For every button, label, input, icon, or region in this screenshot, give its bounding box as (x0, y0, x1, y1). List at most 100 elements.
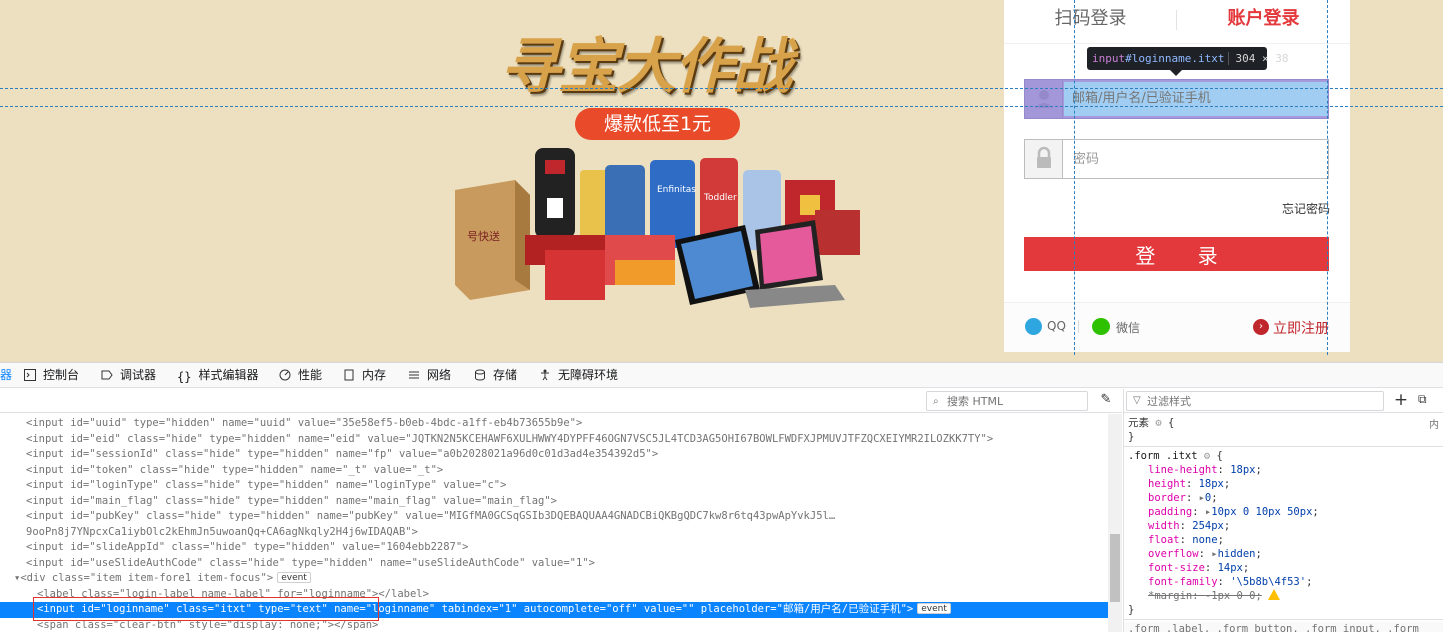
markup-line[interactable]: <input id="token" class="hide" type="hid… (0, 463, 1108, 479)
property-value: '\5b8b\4f53' (1230, 576, 1307, 588)
scrollbar-thumb[interactable] (1110, 534, 1120, 602)
property-value: 18px (1230, 464, 1256, 476)
tab-performance[interactable]: 性能 (279, 363, 322, 388)
rule-selector[interactable]: .form .itxt (1128, 450, 1198, 462)
tab-label: 内存 (362, 368, 387, 382)
username-input[interactable] (1072, 88, 1322, 108)
rules-filter-input[interactable] (1147, 394, 1377, 408)
markup-scrollbar[interactable] (1108, 414, 1122, 632)
markup-line-text: <div class="item item-fore1 item-focus"> (20, 572, 274, 584)
markup-line[interactable]: <input id="pubKey" class="hide" type="hi… (0, 509, 1108, 525)
tab-inspector-partial[interactable]: 器 (0, 363, 12, 388)
event-badge[interactable]: event (277, 572, 311, 583)
inherited-label: 内 (1429, 420, 1439, 431)
tab-accessibility[interactable]: 无障碍环境 (539, 363, 618, 388)
markup-line[interactable]: <input id="main_flag" class="hide" type=… (0, 494, 1108, 510)
tooltip-dimensions: 304 × 38 (1228, 52, 1289, 65)
property-name: float (1148, 534, 1180, 546)
event-badge[interactable]: event (917, 603, 951, 614)
markup-line[interactable]: <label class="login-label name-label" fo… (0, 587, 1108, 603)
markup-line[interactable]: <input id="sessionId" class="hide" type=… (0, 447, 1108, 463)
wechat-icon[interactable] (1092, 318, 1110, 335)
property-value: 18px (1198, 478, 1224, 490)
devtools-toolbar: 器 控制台 调试器 {} 样式编辑器 性能 内存 网络 存储 无障碍环境 (0, 363, 1443, 388)
rule-property[interactable]: float: none; (1148, 533, 1443, 547)
markup-line[interactable]: <input id="uuid" type="hidden" name="uui… (0, 416, 1108, 432)
property-value: 0 (1204, 492, 1212, 504)
markup-line-expanded[interactable]: ▾<div class="item item-fore1 item-focus"… (0, 571, 1108, 587)
search-icon: ⌕ (933, 396, 939, 407)
gear-icon[interactable]: ⚙ (1204, 450, 1210, 462)
property-value: 14px (1217, 562, 1243, 574)
tab-console[interactable]: 控制台 (24, 363, 79, 388)
add-rule-button[interactable]: + (1392, 390, 1410, 410)
qq-icon[interactable] (1025, 318, 1042, 335)
qq-login-link[interactable]: QQ (1047, 319, 1066, 333)
element-rule-brace: { (1167, 417, 1175, 429)
next-rule-selector[interactable]: .form .label, .form button, .form input,… (1124, 622, 1443, 632)
gear-icon[interactable]: ⚙ (1155, 417, 1161, 429)
login-page: 寻宝大作战 爆款低至1元 号快送 Enfinitas Toddler 扫码登录 … (0, 0, 1443, 362)
promo-badge: 爆款低至1元 (575, 108, 740, 140)
property-name: padding (1148, 506, 1193, 518)
promo-title: 寻宝大作战 (500, 32, 792, 102)
property-name: height (1148, 478, 1186, 490)
rule-property[interactable]: padding: ▸10px 0 10px 50px; (1148, 505, 1443, 519)
rule-selector-line: .form .itxt ⚙ { (1128, 449, 1443, 463)
social-separator (1078, 320, 1079, 333)
forgot-password-link[interactable]: 忘记密码 (1270, 200, 1330, 217)
tab-label: 无障碍环境 (558, 368, 619, 382)
rule-property[interactable]: line-height: 18px; (1148, 463, 1443, 477)
rule-property[interactable]: border: ▸0; (1148, 491, 1443, 505)
html-search-input[interactable] (947, 394, 1085, 408)
login-tabs: 扫码登录 账户登录 (1004, 0, 1350, 44)
tab-storage[interactable]: 存储 (474, 363, 517, 388)
tab-style-editor[interactable]: {} 样式编辑器 (177, 363, 258, 388)
svg-text:Toddler: Toddler (703, 193, 737, 203)
toggle-classes-icon[interactable]: ⧉ (1418, 392, 1436, 410)
markup-line[interactable]: <input id="loginType" class="hide" type=… (0, 478, 1108, 494)
tab-label: 网络 (427, 368, 452, 382)
eyedropper-icon[interactable]: ✎ (1098, 391, 1114, 409)
storage-icon (475, 369, 485, 381)
tab-memory[interactable]: 内存 (343, 363, 386, 388)
rule-divider (1124, 446, 1443, 447)
rules-filter-row: ▽ + ⧉ (1124, 389, 1443, 413)
markup-line[interactable]: <input id="slideAppId" class="hide" type… (0, 540, 1108, 556)
markup-line[interactable]: <input id="useSlideAuthCode" class="hide… (0, 556, 1108, 572)
rule-property[interactable]: overflow: ▸hidden; (1148, 547, 1443, 561)
rule-property[interactable]: font-size: 14px; (1148, 561, 1443, 575)
property-name: line-height (1148, 464, 1218, 476)
tab-debugger[interactable]: 调试器 (101, 363, 156, 388)
rule-property[interactable]: height: 18px; (1148, 477, 1443, 491)
rule-property[interactable]: width: 254px; (1148, 519, 1443, 533)
tooltip-arrow (1170, 70, 1182, 76)
inspector-tooltip: input#loginname.itxt 304 × 38 (1087, 47, 1289, 70)
markup-line[interactable]: <input id="eid" class="hide" type="hidde… (0, 432, 1108, 448)
markup-line-text: <input id="loginname" class="itxt" type=… (37, 603, 914, 615)
element-rule-header: 元素 ⚙ { (1128, 416, 1443, 430)
tab-label: 控制台 (43, 368, 80, 382)
register-icon[interactable]: › (1253, 319, 1269, 335)
markup-panel: ⌕ ✎ <input id="uuid" type="hidden" name=… (0, 389, 1122, 632)
markup-line-selected[interactable]: <input id="loginname" class="itxt" type=… (0, 602, 1108, 618)
login-button[interactable]: 登 录 (1024, 237, 1329, 271)
wechat-login-link[interactable]: 微信 (1116, 319, 1140, 336)
property-value: none (1192, 534, 1218, 546)
rules-filter-box: ▽ (1126, 391, 1384, 411)
tab-account-login[interactable]: 账户登录 (1177, 0, 1350, 38)
rule-property-invalid[interactable]: *margin: -1px 0 0; (1148, 589, 1443, 603)
product-collage-image: 号快送 Enfinitas Toddler (455, 148, 860, 308)
markup-line[interactable]: 9ooPn8j7YNpcxCa1iybOlc2kEhmJn5uwoanQq+CA… (0, 525, 1108, 541)
register-link[interactable]: 立即注册 (1273, 318, 1329, 338)
filter-icon: ▽ (1133, 395, 1141, 406)
markup-line[interactable]: <span class="clear-btn" style="display: … (0, 618, 1108, 632)
tab-qr-login[interactable]: 扫码登录 (1004, 0, 1177, 38)
password-input[interactable] (1073, 149, 1323, 169)
warning-icon[interactable] (1267, 589, 1280, 600)
tab-network[interactable]: 网络 (408, 363, 451, 388)
property-name: width (1148, 520, 1180, 532)
rule-property[interactable]: font-family: '\5b8b\4f53'; (1148, 575, 1443, 589)
html-search-box: ⌕ (926, 391, 1088, 411)
tab-label: 调试器 (120, 368, 157, 382)
